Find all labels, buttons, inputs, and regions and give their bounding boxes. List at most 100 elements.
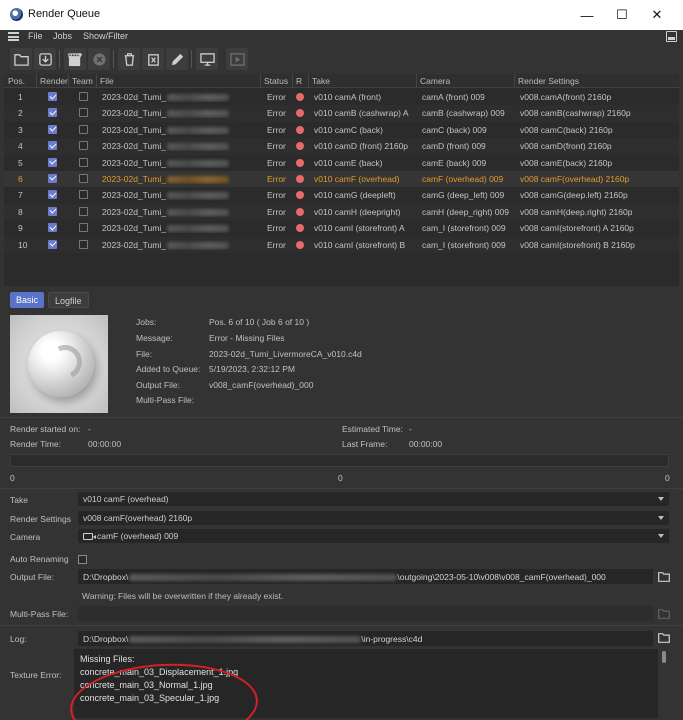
row-pos: 4	[18, 141, 23, 152]
column-divider[interactable]	[292, 74, 293, 88]
table-row[interactable]: 5 2023-02d_Tumi_ Error v010 camE (back) camE…	[4, 155, 679, 171]
delete-all-button[interactable]	[142, 48, 164, 70]
multipass-file-field[interactable]	[78, 606, 653, 621]
col-take[interactable]: Take	[312, 76, 330, 86]
column-divider[interactable]	[260, 74, 261, 88]
table-row[interactable]: 1 2023-02d_Tumi_ Error v010 camA (front) cam…	[4, 89, 679, 105]
output-file-field[interactable]: D:\Dropbox\ \outgoing\2023-05-10\v008\v00…	[78, 569, 653, 584]
log-folder-button[interactable]	[658, 633, 670, 643]
render-checkbox[interactable]	[48, 173, 57, 183]
redacted-filename	[166, 126, 229, 134]
team-checkbox[interactable]	[79, 206, 88, 216]
job-table: Pos. Render Team File Status R Take Came…	[4, 74, 679, 286]
scrollbar-thumb[interactable]	[662, 651, 666, 663]
render-checkbox[interactable]	[48, 141, 57, 151]
column-divider[interactable]	[514, 74, 515, 88]
auto-renaming-checkbox[interactable]	[78, 555, 87, 564]
col-team[interactable]: Team	[72, 76, 93, 86]
render-settings-dropdown[interactable]: v008 camF(overhead) 2160p	[78, 511, 669, 525]
team-checkbox[interactable]	[79, 108, 88, 118]
render-checkbox[interactable]	[48, 206, 57, 216]
error-status-dot	[296, 142, 304, 151]
render-progress-bar	[10, 454, 669, 467]
take-dropdown[interactable]: v010 camF (overhead)	[78, 492, 669, 506]
download-button[interactable]	[34, 48, 56, 70]
multipass-folder-button[interactable]	[658, 609, 670, 619]
row-take: v010 camA (front)	[314, 92, 382, 102]
row-render-settings: v008 camC(back) 2160p	[520, 124, 613, 135]
col-file[interactable]: File	[100, 76, 114, 86]
stop-button[interactable]	[88, 48, 110, 70]
progress-label-start: 0	[10, 473, 15, 483]
team-checkbox[interactable]	[79, 141, 88, 151]
clapperboard-button[interactable]	[64, 48, 86, 70]
overwrite-warning: Warning: Files will be overwritten if th…	[82, 591, 284, 601]
table-row[interactable]: 8 2023-02d_Tumi_ Error v010 camH (deepright…	[4, 203, 679, 221]
progress-label-mid: 0	[338, 473, 343, 483]
hamburger-menu-icon[interactable]	[8, 32, 19, 41]
menu-show-filter[interactable]: Show/Filter	[83, 31, 128, 41]
maximize-button[interactable]: ☐	[605, 0, 639, 30]
row-take: v010 camB (cashwrap) A	[314, 108, 409, 119]
file-label: File:	[136, 349, 153, 359]
render-checkbox[interactable]	[48, 190, 57, 200]
close-button[interactable]: ✕	[640, 0, 674, 30]
column-divider[interactable]	[416, 74, 417, 88]
row-status: Error	[267, 92, 286, 102]
table-row[interactable]: 4 2023-02d_Tumi_ Error v010 camD (front) 21…	[4, 138, 679, 155]
camera-dropdown[interactable]: camF (overhead) 009	[78, 529, 669, 543]
col-r[interactable]: R	[296, 76, 302, 86]
output-folder-button[interactable]	[658, 572, 670, 582]
table-row[interactable]: 3 2023-02d_Tumi_ Error v010 camC (back) camC…	[4, 122, 679, 138]
team-checkbox[interactable]	[79, 190, 88, 200]
log-path-field[interactable]: D:\Dropbox\ \in-progress\c4d	[78, 631, 653, 646]
team-checkbox[interactable]	[79, 124, 88, 134]
edit-button[interactable]	[166, 48, 188, 70]
team-checkbox[interactable]	[79, 223, 88, 233]
render-checkbox[interactable]	[48, 92, 57, 101]
menu-jobs[interactable]: Jobs	[53, 31, 72, 41]
texture-error-label: Texture Error:	[10, 670, 62, 680]
render-checkbox[interactable]	[48, 239, 57, 249]
render-checkbox[interactable]	[48, 223, 57, 233]
column-divider[interactable]	[96, 74, 97, 88]
delete-button[interactable]	[118, 48, 140, 70]
col-render-settings[interactable]: Render Settings	[518, 76, 579, 86]
column-divider[interactable]	[36, 74, 37, 88]
team-checkbox[interactable]	[79, 157, 88, 167]
render-checkbox[interactable]	[48, 124, 57, 134]
minimize-button[interactable]: —	[570, 0, 604, 30]
panel-layout-icon[interactable]	[666, 31, 677, 42]
column-divider[interactable]	[68, 74, 69, 88]
team-checkbox[interactable]	[79, 92, 88, 101]
column-divider[interactable]	[308, 74, 309, 88]
table-row[interactable]: 7 2023-02d_Tumi_ Error v010 camG (deepleft)…	[4, 187, 679, 203]
folder-icon	[658, 633, 670, 643]
col-status[interactable]: Status	[264, 76, 288, 86]
team-checkbox[interactable]	[79, 239, 88, 249]
col-camera[interactable]: Camera	[420, 76, 450, 86]
output-path-prefix: D:\Dropbox\	[83, 571, 129, 582]
tab-logfile[interactable]: Logfile	[48, 292, 89, 308]
menu-file[interactable]: File	[28, 31, 43, 41]
row-file: 2023-02d_Tumi_	[102, 92, 258, 102]
redacted-filename	[166, 192, 229, 200]
table-row[interactable]: 6 2023-02d_Tumi_ Error v010 camF (overhead)…	[4, 170, 679, 188]
team-checkbox[interactable]	[79, 173, 88, 183]
monitor-button[interactable]	[196, 48, 218, 70]
table-row[interactable]: 10 2023-02d_Tumi_ Error v010 camI (storefro…	[4, 236, 679, 253]
message-value: Error - Missing Files	[209, 333, 285, 343]
render-checkbox[interactable]	[48, 108, 57, 118]
col-pos[interactable]: Pos.	[8, 76, 25, 86]
table-row[interactable]: 2 2023-02d_Tumi_ Error v010 camB (cashwrap)…	[4, 105, 679, 122]
render-view-button[interactable]	[226, 48, 248, 70]
render-checkbox[interactable]	[48, 157, 57, 167]
tab-basic[interactable]: Basic	[10, 292, 45, 308]
open-folder-button[interactable]	[10, 48, 32, 70]
col-render[interactable]: Render	[40, 76, 68, 86]
row-pos: 9	[18, 223, 23, 234]
texture-error-scrollbar[interactable]	[661, 649, 667, 718]
row-status: Error	[267, 124, 286, 135]
table-row[interactable]: 9 2023-02d_Tumi_ Error v010 camI (storefron…	[4, 220, 679, 236]
added-to-queue-value: 5/19/2023, 2:32:12 PM	[209, 364, 296, 374]
